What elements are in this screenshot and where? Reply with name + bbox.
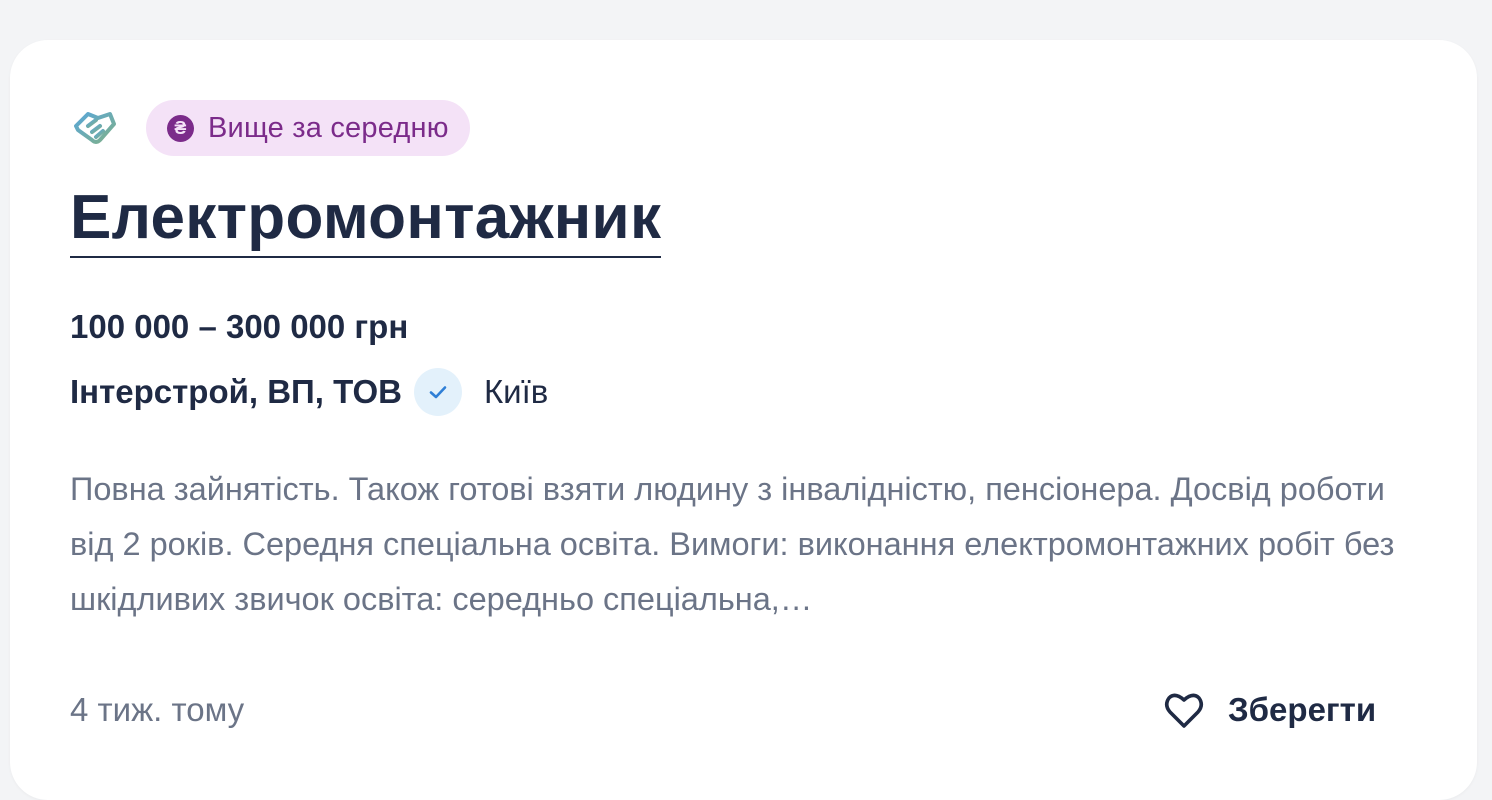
save-button-label: Зберегти xyxy=(1228,691,1377,728)
city-label: Київ xyxy=(483,373,549,410)
badge-label: Вище за середню xyxy=(208,111,449,144)
save-button[interactable]: Зберегти xyxy=(1162,686,1376,734)
salary-range: 100 000 – 300 000 грн xyxy=(70,308,409,345)
posted-time: 4 тиж. тому xyxy=(70,691,245,728)
company-row: Інтерстрой, ВП, ТОВ Київ xyxy=(70,364,548,420)
check-verified-icon xyxy=(413,368,462,416)
handshake-icon xyxy=(70,104,118,152)
heart-icon xyxy=(1162,688,1206,732)
hryvnia-coin-icon: ₴ xyxy=(167,114,194,142)
salary-level-badge: ₴ Вище за середню xyxy=(146,100,470,156)
vacancy-title-link[interactable]: Електромонтажник xyxy=(70,180,662,258)
vacancy-description: Повна зайнятість. Також готові взяти люд… xyxy=(70,471,1395,617)
vacancy-card[interactable]: ₴ Вище за середню Електромонтажник 100 0… xyxy=(10,40,1477,800)
card-header-row: ₴ Вище за середню xyxy=(70,100,470,156)
company-name: Інтерстрой, ВП, ТОВ xyxy=(70,373,402,410)
